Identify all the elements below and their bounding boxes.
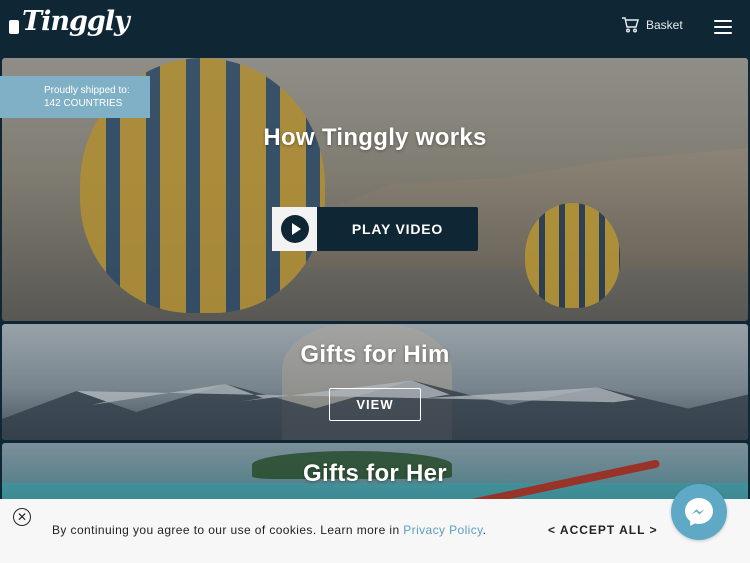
basket-link[interactable]: Basket: [621, 17, 683, 33]
gifts-for-her-title: Gifts for Her: [303, 460, 447, 487]
how-it-works-title: How Tinggly works: [263, 124, 487, 151]
messenger-icon: [685, 498, 713, 526]
play-icon: [280, 215, 309, 243]
close-circle-icon[interactable]: ✕: [13, 508, 31, 526]
cookie-suffix: .: [482, 523, 487, 537]
hamburger-menu-icon[interactable]: [714, 20, 732, 34]
shipped-count: 142 COUNTRIES: [44, 98, 123, 109]
play-icon-box: [272, 207, 317, 251]
cookie-message: By continuing you agree to our use of co…: [52, 523, 404, 537]
site-header: Tinggly Basket: [0, 0, 750, 56]
play-video-label: PLAY VIDEO: [351, 221, 444, 237]
gifts-for-him-panel[interactable]: Gifts for Him VIEW: [2, 324, 748, 440]
shopping-cart-icon: [622, 17, 639, 33]
privacy-policy-link[interactable]: Privacy Policy: [403, 523, 482, 537]
view-gifts-him-button[interactable]: VIEW: [329, 388, 421, 421]
play-video-button[interactable]: PLAY VIDEO: [272, 207, 478, 251]
shipped-countries-badge: Proudly shipped to: 142 COUNTRIES: [0, 76, 150, 118]
logo-text: Tinggly: [22, 6, 130, 37]
logo[interactable]: Tinggly: [10, 6, 130, 37]
cookie-banner: ✕ By continuing you agree to our use of …: [0, 499, 750, 563]
gifts-for-him-title: Gifts for Him: [300, 341, 450, 368]
accept-all-button[interactable]: < ACCEPT ALL >: [548, 523, 658, 537]
shipped-label: Proudly shipped to:: [44, 85, 130, 96]
cookie-text: By continuing you agree to our use of co…: [52, 523, 486, 537]
basket-label: Basket: [646, 18, 683, 32]
messenger-chat-button[interactable]: [671, 484, 727, 540]
